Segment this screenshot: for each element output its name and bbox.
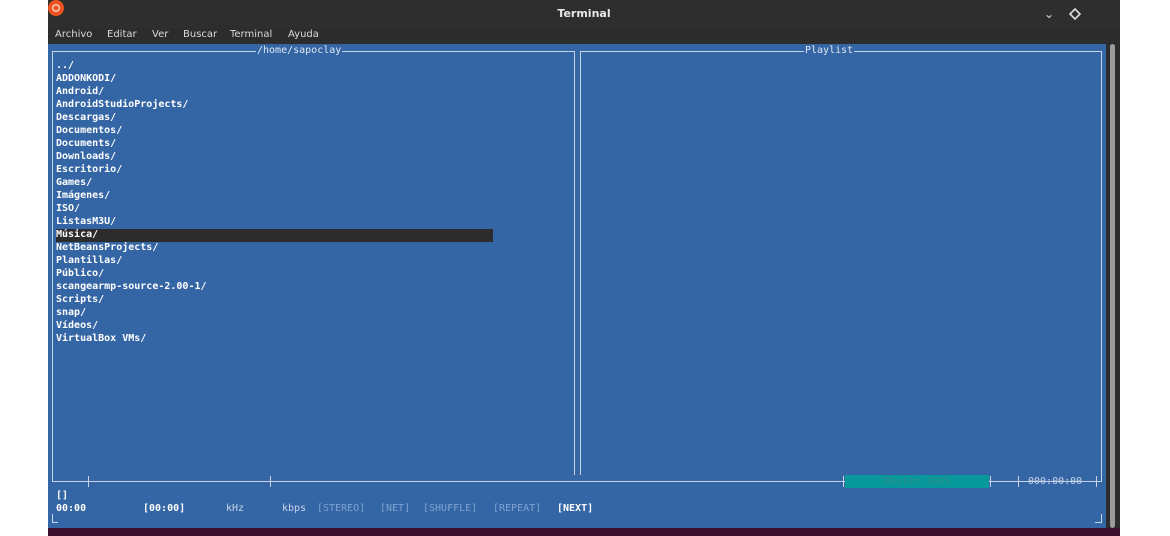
current-time: 00:00: [56, 503, 87, 514]
desktop-strip: [48, 528, 1120, 536]
file-item[interactable]: Imágenes/: [56, 190, 110, 203]
status-divider: [1096, 476, 1097, 487]
file-item[interactable]: Downloads/: [56, 151, 116, 164]
track-length: [00:00]: [143, 503, 186, 514]
file-item[interactable]: Público/: [56, 268, 104, 281]
track-title: []: [56, 490, 69, 501]
title-bar[interactable]: Terminal ⌄: [48, 0, 1120, 28]
shuffle-flag: [SHUFFLE]: [423, 503, 478, 514]
status-bottom-left-corner: [52, 522, 58, 523]
status-divider: [843, 476, 844, 487]
file-item[interactable]: Documents/: [56, 138, 116, 151]
file-item[interactable]: ISO/: [56, 203, 80, 216]
terminal-window: Terminal ⌄ Archivo Editar Ver Buscar Ter…: [48, 0, 1120, 536]
menu-terminal[interactable]: Terminal: [230, 29, 272, 40]
menu-buscar[interactable]: Buscar: [183, 29, 217, 40]
file-item[interactable]: scangearmp-source-2.00-1/: [56, 281, 207, 294]
menu-ayuda[interactable]: Ayuda: [288, 29, 319, 40]
maximize-icon[interactable]: [1068, 7, 1082, 21]
net-flag: [NET]: [380, 503, 411, 514]
next-flag: [NEXT]: [557, 503, 594, 514]
file-item-selected[interactable]: Música/: [56, 229, 493, 242]
status-bottom-right-corner: [1101, 514, 1102, 523]
left-panel-left-border: [52, 51, 53, 482]
scrollbar[interactable]: [1106, 44, 1120, 528]
minimize-icon[interactable]: ⌄: [1042, 7, 1056, 21]
left-panel-title: /home/sapoclay: [256, 45, 343, 56]
file-item[interactable]: ../: [56, 60, 74, 73]
file-item[interactable]: Scripts/: [56, 294, 104, 307]
file-item[interactable]: Games/: [56, 177, 92, 190]
status-divider: [990, 476, 991, 487]
file-item[interactable]: ListasM3U/: [56, 216, 116, 229]
stereo-flag: [STEREO]: [317, 503, 366, 514]
right-panel-left-border: [580, 51, 581, 475]
file-item[interactable]: VirtualBox VMs/: [56, 333, 146, 346]
menu-ver[interactable]: Ver: [152, 29, 168, 40]
file-item[interactable]: Plantillas/: [56, 255, 122, 268]
menu-bar: Archivo Editar Ver Buscar Terminal Ayuda: [48, 28, 1120, 44]
menu-editar[interactable]: Editar: [107, 29, 137, 40]
total-time: 000:00:00: [1028, 476, 1083, 487]
file-item[interactable]: Documentos/: [56, 125, 122, 138]
left-panel-right-border: [574, 51, 575, 475]
right-panel-right-border: [1101, 51, 1102, 482]
master-volume-bar[interactable]: Master 100%: [845, 475, 989, 488]
file-item[interactable]: Vídeos/: [56, 320, 98, 333]
file-item[interactable]: snap/: [56, 307, 86, 320]
scrollbar-thumb[interactable]: [1110, 44, 1115, 528]
status-divider: [270, 476, 271, 487]
file-item[interactable]: Escritorio/: [56, 164, 122, 177]
khz-label: kHz: [226, 503, 245, 514]
file-item[interactable]: Descargas/: [56, 112, 116, 125]
right-panel-title: Playlist: [804, 45, 855, 56]
menu-archivo[interactable]: Archivo: [55, 29, 92, 40]
status-divider: [1018, 476, 1019, 487]
file-item[interactable]: NetBeansProjects/: [56, 242, 158, 255]
window-title: Terminal: [557, 7, 611, 20]
kbps-label: kbps: [282, 503, 307, 514]
status-bottom-right-corner: [1095, 522, 1101, 523]
terminal-content[interactable]: /home/sapoclay Playlist ../ ADDONKODI/ A…: [48, 44, 1106, 528]
status-divider: [88, 476, 89, 487]
repeat-flag: [REPEAT]: [493, 503, 542, 514]
file-item[interactable]: ADDONKODI/: [56, 73, 116, 86]
file-item[interactable]: Android/: [56, 86, 104, 99]
file-item[interactable]: AndroidStudioProjects/: [56, 99, 188, 112]
